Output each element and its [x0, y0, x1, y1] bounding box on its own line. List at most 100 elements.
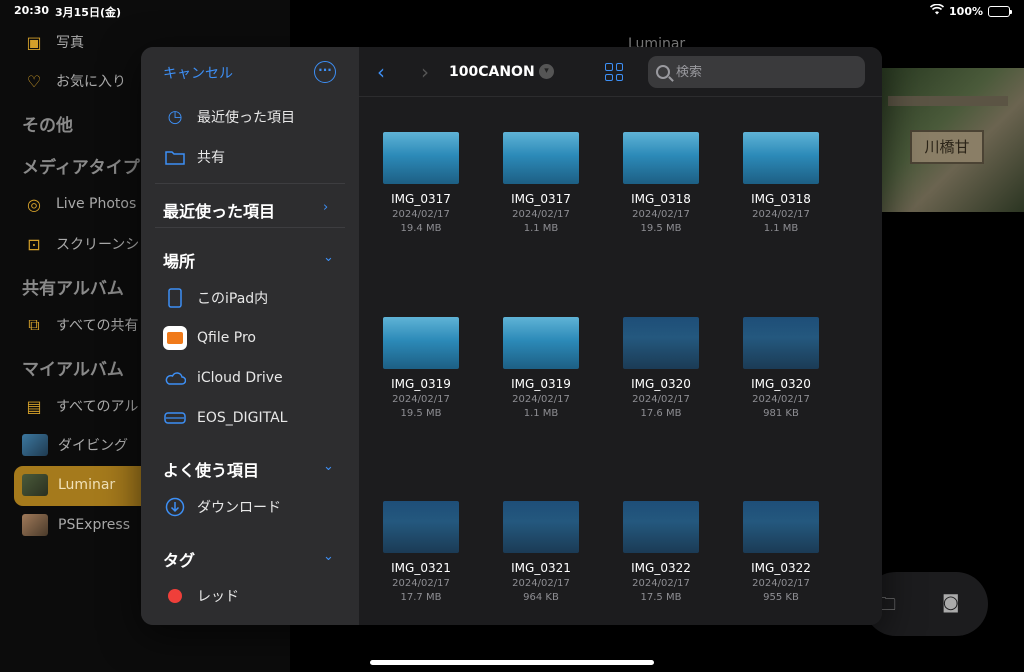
file-date: 2024/02/17: [752, 209, 810, 220]
file-name: IMG_0321: [391, 561, 451, 575]
sidebar-item-photos[interactable]: ▣ 写真: [22, 30, 84, 54]
camera-icon[interactable]: ◙: [942, 592, 959, 613]
sidebar-item-label: PSExpress: [58, 517, 130, 533]
sidebar-item-shared[interactable]: 共有: [163, 145, 225, 169]
file-item[interactable]: IMG_0321 2024/02/17 17.7 MB: [366, 501, 476, 603]
file-item[interactable]: IMG_0322 2024/02/17 17.5 MB: [606, 501, 716, 603]
file-item[interactable]: IMG_0317 2024/02/17 1.1 MB: [486, 132, 596, 234]
section-locations[interactable]: 場所: [163, 248, 195, 272]
search-input[interactable]: [676, 64, 846, 80]
chevron-right-icon[interactable]: ›: [323, 200, 328, 215]
sidebar-item-downloads[interactable]: ダウンロード: [163, 495, 281, 519]
sidebar-item-label: ダイビング: [58, 438, 128, 454]
sidebar-item-icloud[interactable]: iCloud Drive: [163, 366, 283, 390]
file-size: 955 KB: [763, 592, 799, 603]
file-size: 17.5 MB: [640, 592, 682, 603]
section-my-albums: マイアルバム: [22, 360, 124, 380]
sidebar-item-favorites[interactable]: ♡ お気に入り: [22, 69, 126, 93]
file-thumbnail: [503, 317, 579, 369]
album-photo[interactable]: 川橋甘: [882, 68, 1024, 212]
file-item[interactable]: IMG_0320 2024/02/17 981 KB: [726, 317, 836, 419]
file-date: 2024/02/17: [632, 394, 690, 405]
file-date: 2024/02/17: [392, 394, 450, 405]
file-thumbnail: [383, 317, 459, 369]
sidebar-item-diving[interactable]: ダイビング: [22, 434, 128, 456]
sidebar-item-label: お気に入り: [56, 74, 126, 90]
sidebar-item-all-shared[interactable]: ⧉ すべての共有: [22, 313, 138, 337]
file-size: 1.1 MB: [523, 223, 559, 234]
sidebar-item-luminar[interactable]: Luminar: [22, 474, 115, 496]
sidebar-item-on-ipad[interactable]: このiPad内: [163, 286, 268, 310]
sidebar-item-qfile[interactable]: Qfile Pro: [163, 326, 256, 350]
sidebar-item-screenshots[interactable]: ⊡ スクリーンシ: [22, 232, 139, 256]
sidebar-item-tag-red[interactable]: レッド: [163, 586, 239, 606]
section-tags[interactable]: タグ: [163, 547, 195, 571]
sidebar-item-label: すべてのアル: [56, 399, 139, 415]
back-chevron-icon[interactable]: ‹: [377, 60, 385, 84]
sidebar-item-label: Live Photos: [56, 196, 137, 212]
file-size: 981 KB: [763, 408, 799, 419]
folder-title[interactable]: 100CANON: [449, 64, 535, 80]
file-item[interactable]: IMG_0319 2024/02/17 1.1 MB: [486, 317, 596, 419]
more-options-icon[interactable]: ···: [314, 61, 336, 83]
file-item[interactable]: IMG_0318 2024/02/17 19.5 MB: [606, 132, 716, 234]
picker-sidebar: キャンセル ··· ◷ 最近使った項目 共有 最近使った項目 › 場所 ⌄ この…: [141, 47, 359, 625]
sidebar-item-psexpress[interactable]: PSExpress: [22, 514, 130, 536]
sidebar-item-label: EOS_DIGITAL: [197, 410, 288, 426]
file-name: IMG_0320: [751, 377, 811, 391]
picker-browser: ‹ › 100CANON ▾ IMG_0317 2024/02/17 19.4 MB…: [359, 47, 882, 625]
cancel-button[interactable]: キャンセル: [163, 63, 233, 83]
section-other: その他: [22, 116, 73, 136]
heart-icon: ♡: [26, 71, 42, 91]
file-item[interactable]: IMG_0321 2024/02/17 964 KB: [486, 501, 596, 603]
album-thumbnail: [22, 434, 48, 456]
file-item[interactable]: IMG_0319 2024/02/17 19.5 MB: [366, 317, 476, 419]
file-thumbnail: [623, 317, 699, 369]
file-thumbnail: [383, 501, 459, 553]
chevron-down-icon[interactable]: ▾: [539, 64, 554, 79]
file-item[interactable]: IMG_0318 2024/02/17 1.1 MB: [726, 132, 836, 234]
home-indicator[interactable]: [370, 660, 654, 665]
sidebar-item-eos-digital[interactable]: EOS_DIGITAL: [163, 406, 287, 430]
file-item[interactable]: IMG_0320 2024/02/17 17.6 MB: [606, 317, 716, 419]
divider: [155, 227, 345, 228]
file-date: 2024/02/17: [392, 578, 450, 589]
sidebar-item-all-albums[interactable]: ▤ すべてのアル: [22, 394, 138, 418]
file-item[interactable]: IMG_0317 2024/02/17 19.4 MB: [366, 132, 476, 234]
download-icon: [163, 495, 187, 519]
file-name: IMG_0321: [511, 561, 571, 575]
file-name: IMG_0318: [631, 192, 691, 206]
chevron-down-icon[interactable]: ⌄: [323, 459, 334, 474]
status-date: 3月15日(金): [55, 6, 122, 19]
sidebar-item-recents[interactable]: ◷ 最近使った項目: [163, 105, 295, 129]
file-name: IMG_0317: [391, 192, 451, 206]
section-shared-albums: 共有アルバム: [22, 279, 124, 299]
sidebar-item-label: スクリーンシ: [56, 237, 140, 253]
file-size: 17.7 MB: [400, 592, 442, 603]
grid-view-icon[interactable]: [605, 63, 623, 81]
browser-toolbar: ‹ › 100CANON ▾: [359, 47, 882, 97]
section-favorites[interactable]: よく使う項目: [163, 457, 259, 481]
drive-icon: [163, 406, 187, 430]
section-recent-items[interactable]: 最近使った項目: [163, 198, 275, 222]
qfile-app-icon: [163, 326, 187, 350]
album-thumbnail: [22, 474, 48, 496]
red-tag-icon: [168, 589, 182, 603]
photos-icon: ▣: [26, 32, 42, 52]
sidebar-item-label: 写真: [56, 35, 84, 51]
file-name: IMG_0318: [751, 192, 811, 206]
search-field[interactable]: [648, 56, 865, 88]
file-thumbnail: [503, 501, 579, 553]
file-thumbnail: [383, 132, 459, 184]
sidebar-item-label: iCloud Drive: [197, 370, 283, 386]
file-date: 2024/02/17: [632, 578, 690, 589]
chevron-down-icon[interactable]: ⌄: [323, 549, 334, 564]
forward-chevron-icon[interactable]: ›: [421, 60, 429, 84]
sidebar-item-label: レッド: [197, 589, 239, 605]
status-right: 100%: [929, 3, 1012, 18]
albums-icon: ▤: [26, 396, 42, 416]
sidebar-item-label: 共有: [197, 150, 225, 166]
chevron-down-icon[interactable]: ⌄: [323, 250, 334, 265]
sidebar-item-live-photos[interactable]: ◎ Live Photos: [22, 192, 136, 216]
file-item[interactable]: IMG_0322 2024/02/17 955 KB: [726, 501, 836, 603]
